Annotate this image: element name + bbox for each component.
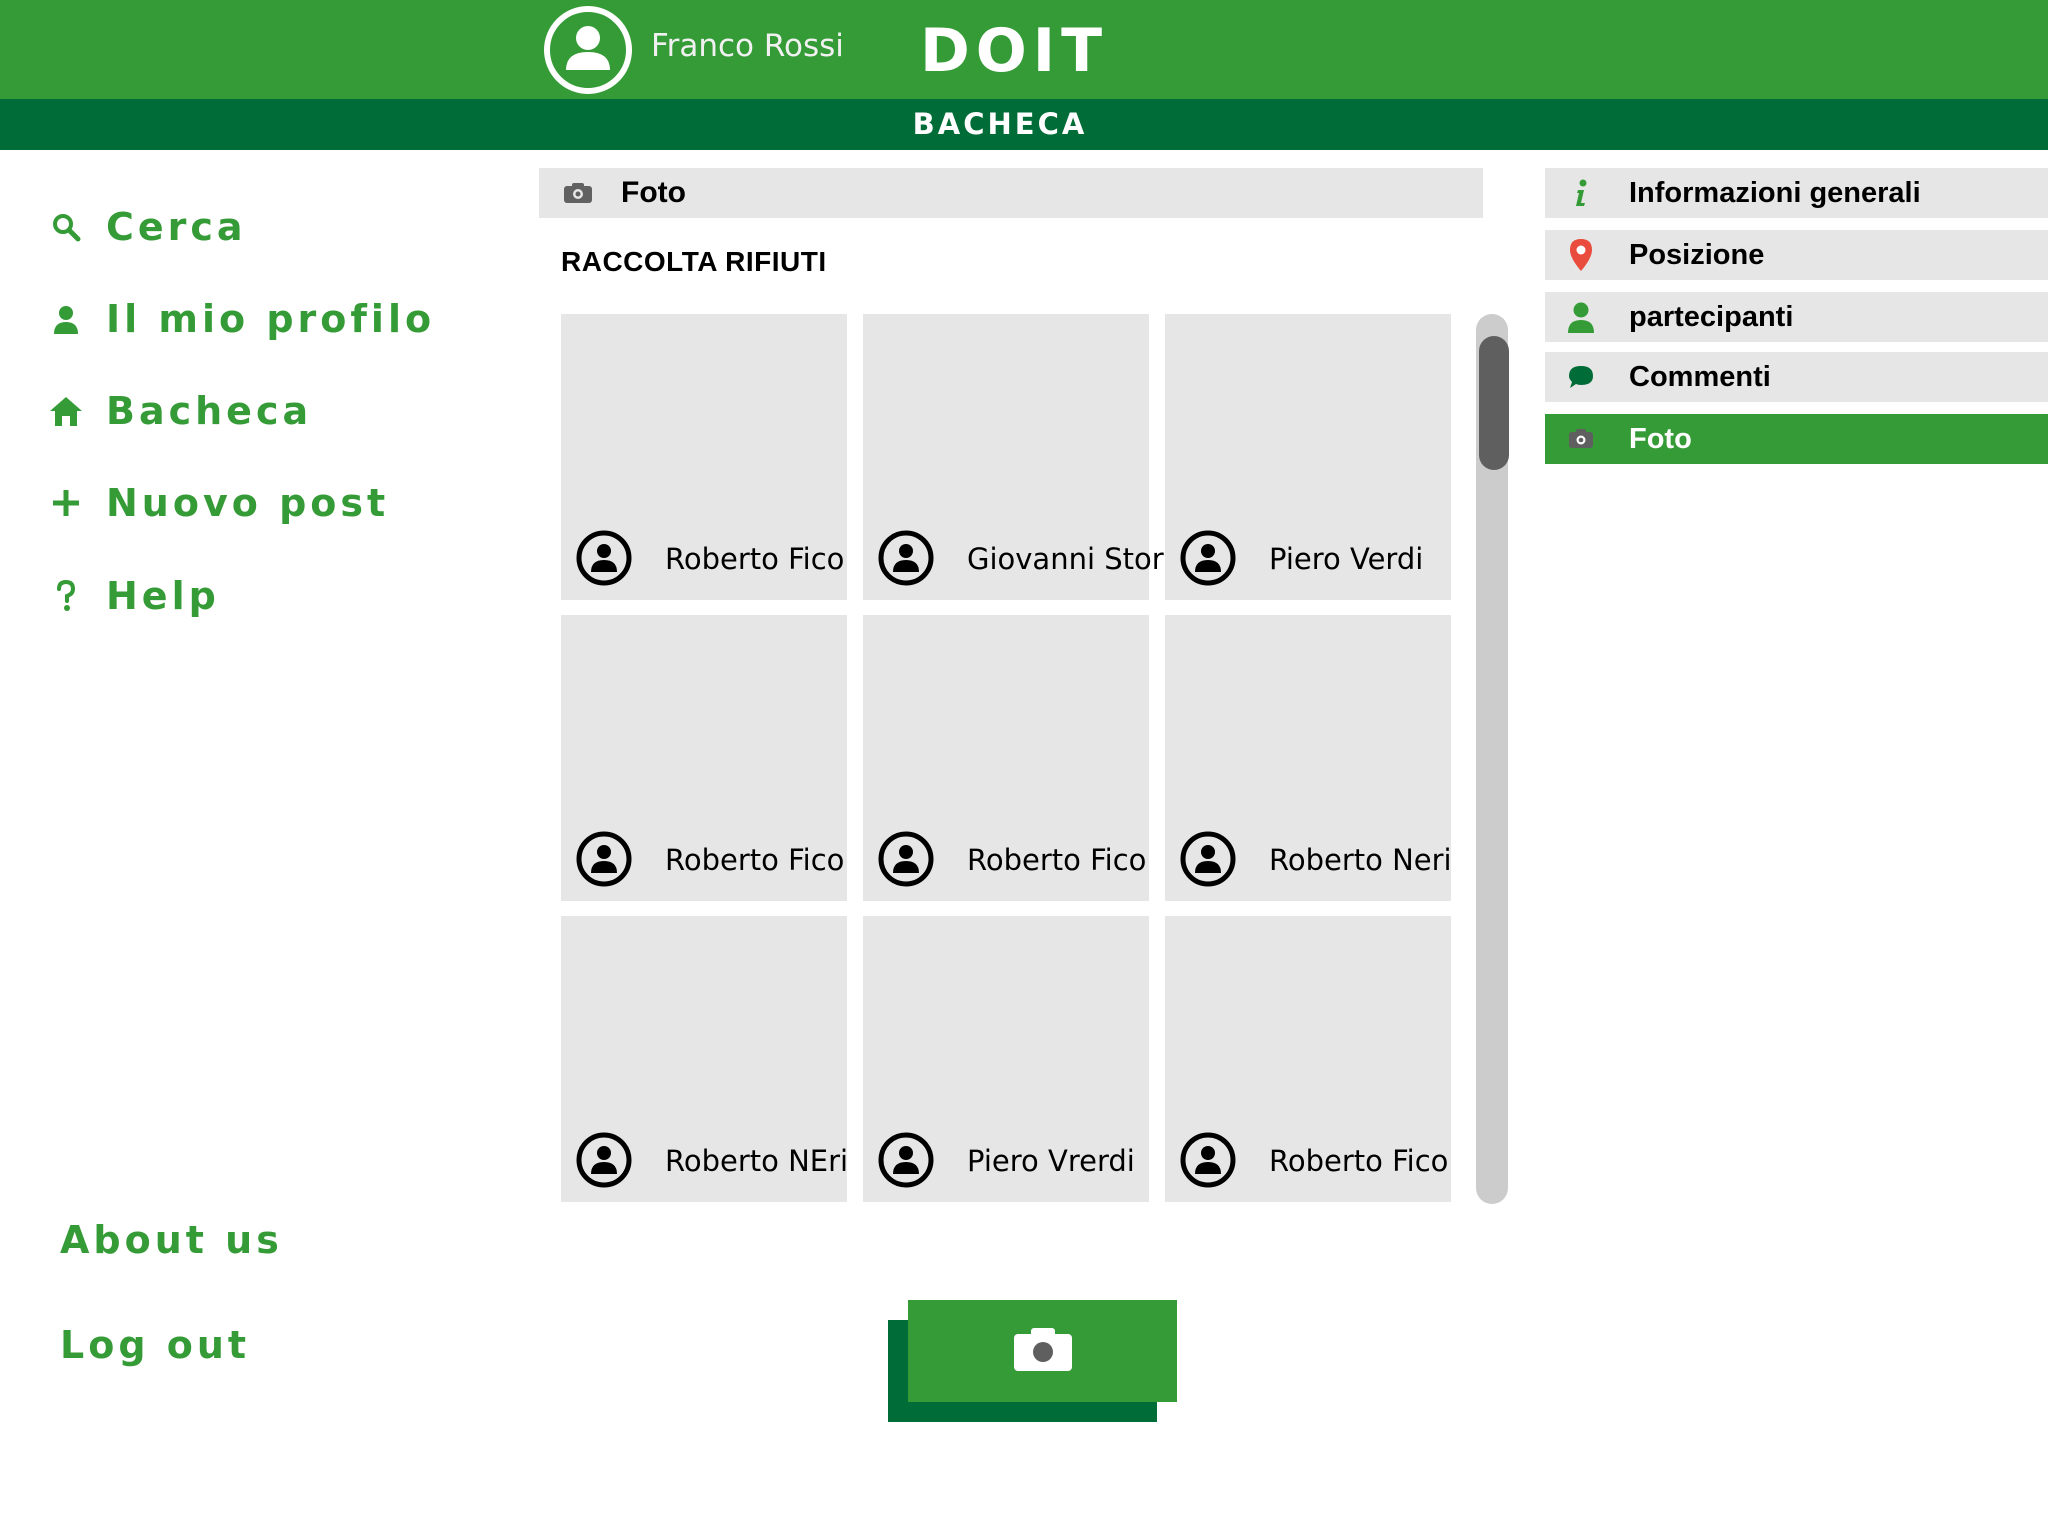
nav-item-profilo[interactable]: Il mio profilo bbox=[48, 289, 435, 349]
photo-tile[interactable]: Roberto Neri bbox=[1165, 615, 1452, 901]
log-out-link[interactable]: Log out bbox=[60, 1323, 250, 1367]
app-title: DOIT bbox=[920, 16, 1109, 86]
nav-label: Il mio profilo bbox=[106, 297, 436, 341]
author-avatar-icon bbox=[1179, 1131, 1237, 1189]
author-avatar-icon bbox=[1179, 830, 1237, 888]
section-title: BACHECA bbox=[912, 107, 1088, 141]
location-pin-icon bbox=[1545, 235, 1617, 275]
section-header-foto: Foto bbox=[539, 168, 1483, 218]
nav-item-nuovo-post[interactable]: Nuovo post bbox=[48, 473, 389, 533]
photo-author: Roberto Neri bbox=[1269, 843, 1452, 877]
camera-icon bbox=[1013, 1326, 1073, 1377]
menu-item-commenti[interactable]: Commenti bbox=[1545, 352, 2048, 402]
post-title: RACCOLTA RIFIUTI bbox=[561, 246, 827, 277]
nav-label: Help bbox=[106, 574, 220, 618]
author-avatar-icon bbox=[1179, 529, 1237, 587]
menu-label: Commenti bbox=[1629, 360, 1771, 393]
search-icon bbox=[48, 207, 84, 247]
menu-item-partecipanti[interactable]: partecipanti bbox=[1545, 292, 2048, 342]
scrollbar[interactable] bbox=[1476, 314, 1509, 1204]
author-avatar-icon bbox=[575, 529, 633, 587]
scrollbar-thumb[interactable] bbox=[1479, 336, 1509, 470]
about-us-link[interactable]: About us bbox=[60, 1218, 283, 1262]
section-header-label: Foto bbox=[621, 176, 686, 209]
menu-item-informazioni[interactable]: Informazioni generali bbox=[1545, 168, 2048, 218]
author-avatar-icon bbox=[575, 830, 633, 888]
menu-label: Posizione bbox=[1629, 238, 1765, 271]
camera-icon bbox=[1545, 419, 1617, 459]
info-icon bbox=[1545, 173, 1617, 213]
photo-author: Piero Vrerdi bbox=[967, 1144, 1135, 1178]
photo-author: Roberto NEri bbox=[665, 1144, 849, 1178]
nav-item-bacheca[interactable]: Bacheca bbox=[48, 381, 312, 441]
menu-item-foto[interactable]: Foto bbox=[1545, 414, 2048, 464]
camera-icon bbox=[563, 181, 595, 205]
menu-label: Foto bbox=[1629, 422, 1692, 455]
user-name[interactable]: Franco Rossi bbox=[651, 28, 844, 64]
add-photo-button[interactable] bbox=[908, 1300, 1177, 1402]
nav-label: Bacheca bbox=[106, 389, 313, 433]
nav-label: Cerca bbox=[106, 205, 247, 249]
photo-tile[interactable]: Roberto NEri bbox=[561, 916, 849, 1202]
user-icon bbox=[48, 299, 84, 339]
menu-label: Informazioni generali bbox=[1629, 176, 1921, 209]
home-icon bbox=[48, 391, 84, 431]
help-icon bbox=[48, 576, 84, 616]
photo-tile[interactable]: Piero Verdi bbox=[1165, 314, 1451, 600]
author-avatar-icon bbox=[877, 830, 935, 888]
photo-author: Roberto Fico bbox=[967, 843, 1147, 877]
comment-icon bbox=[1545, 357, 1617, 397]
photo-tile[interactable]: Roberto Fico bbox=[561, 314, 847, 600]
nav-item-cerca[interactable]: Cerca bbox=[48, 197, 247, 257]
photo-tile[interactable]: Giovanni Stor bbox=[863, 314, 1164, 600]
photo-grid: Roberto Fico Giovanni Stor Piero Verdi R… bbox=[561, 314, 1452, 1202]
photo-tile[interactable]: Piero Vrerdi bbox=[863, 916, 1149, 1202]
photo-author: Giovanni Stor bbox=[967, 542, 1164, 576]
plus-icon bbox=[48, 483, 84, 523]
nav-label: Nuovo post bbox=[106, 481, 390, 525]
photo-author: Roberto Fico bbox=[665, 843, 845, 877]
author-avatar-icon bbox=[877, 529, 935, 587]
author-avatar-icon bbox=[575, 1131, 633, 1189]
photo-tile[interactable]: Roberto Fico bbox=[863, 615, 1149, 901]
photo-tile[interactable]: Roberto Fico bbox=[561, 615, 847, 901]
menu-label: partecipanti bbox=[1629, 300, 1794, 333]
photo-author: Piero Verdi bbox=[1269, 542, 1424, 576]
user-avatar-icon[interactable] bbox=[544, 6, 632, 94]
nav-item-help[interactable]: Help bbox=[48, 566, 220, 626]
menu-item-posizione[interactable]: Posizione bbox=[1545, 230, 2048, 280]
photo-tile[interactable]: Roberto Fico bbox=[1165, 916, 1451, 1202]
author-avatar-icon bbox=[877, 1131, 935, 1189]
user-icon bbox=[1545, 297, 1617, 337]
photo-author: Roberto Fico bbox=[1269, 1144, 1449, 1178]
photo-author: Roberto Fico bbox=[665, 542, 845, 576]
